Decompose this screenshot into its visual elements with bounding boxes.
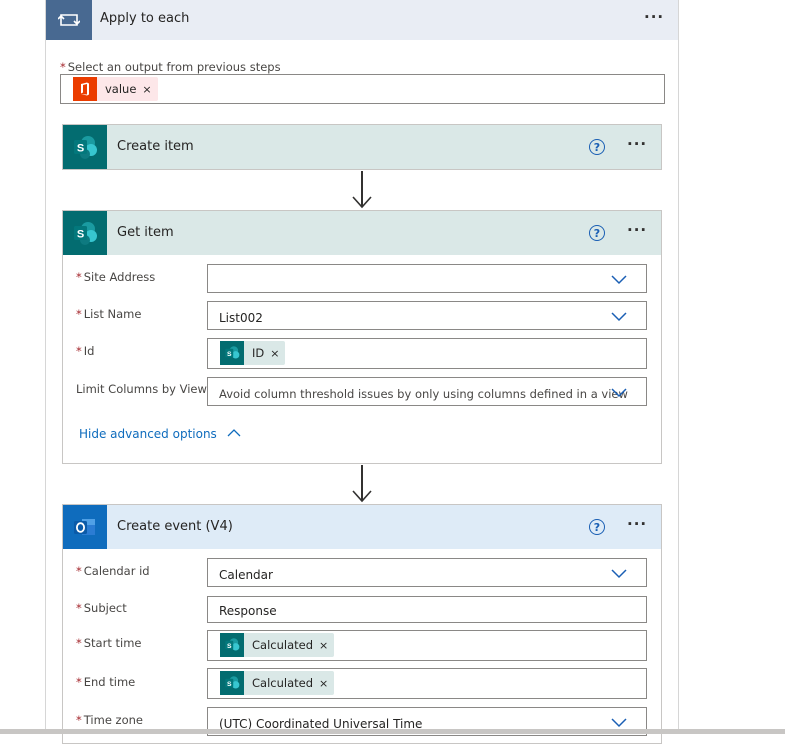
required-marker: *	[76, 564, 82, 578]
required-marker: *	[76, 270, 82, 284]
site-address-label-text: Site Address	[83, 270, 156, 284]
value-token-label: value	[105, 82, 137, 96]
required-marker: *	[76, 636, 82, 650]
select-output-input[interactable]: value ×	[60, 74, 665, 104]
connector-arrow-icon	[352, 490, 372, 503]
list-name-dropdown[interactable]: List002	[207, 301, 647, 330]
svg-text:S: S	[227, 351, 232, 358]
loop-icon	[46, 0, 92, 40]
sharepoint-icon: S	[220, 341, 244, 365]
remove-token-button[interactable]: ×	[270, 347, 285, 360]
calendar-id-label-text: Calendar id	[83, 564, 150, 578]
start-time-label-text: Start time	[83, 636, 142, 650]
calendar-id-dropdown[interactable]: Calendar	[207, 558, 647, 587]
subject-label: * Subject	[76, 601, 127, 615]
value-token[interactable]: value ×	[73, 77, 158, 101]
outlook-icon	[63, 505, 107, 549]
limit-columns-dropdown[interactable]: Avoid column threshold issues by only us…	[207, 377, 647, 406]
chevron-down-icon	[611, 718, 627, 728]
required-marker: *	[76, 713, 82, 727]
start-time-token[interactable]: S Calculated ×	[220, 633, 335, 657]
svg-text:S: S	[227, 643, 232, 650]
end-time-token-label: Calculated	[252, 676, 314, 690]
list-name-value: List002	[219, 311, 263, 325]
end-time-token[interactable]: S Calculated ×	[220, 671, 335, 695]
list-name-label-text: List Name	[83, 307, 142, 321]
loop-title: Apply to each	[100, 11, 190, 26]
office-icon	[73, 77, 97, 101]
time-zone-label: * Time zone	[76, 713, 143, 727]
sharepoint-icon: S	[63, 211, 107, 255]
id-token[interactable]: S ID ×	[220, 341, 286, 365]
limit-columns-label: Limit Columns by View	[76, 382, 207, 396]
svg-text:S: S	[227, 681, 232, 688]
create-item-header[interactable]: S Create item ? ···	[63, 125, 661, 169]
calendar-id-value: Calendar	[219, 568, 273, 582]
required-marker: *	[76, 675, 82, 689]
time-zone-label-text: Time zone	[83, 713, 143, 727]
create-item-title: Create item	[117, 139, 194, 154]
flow-canvas: Apply to each ··· * Select an output from…	[0, 0, 785, 744]
select-output-label-text: Select an output from previous steps	[67, 60, 281, 74]
subject-input[interactable]: Response	[207, 596, 647, 623]
chevron-down-icon	[611, 569, 627, 579]
create-item-card[interactable]: S Create item ? ···	[62, 124, 662, 170]
required-marker: *	[76, 344, 82, 358]
end-time-label-text: End time	[83, 675, 136, 689]
create-event-header[interactable]: Create event (V4) ? ···	[63, 505, 661, 549]
remove-token-button[interactable]: ×	[142, 83, 157, 96]
chevron-down-icon	[611, 275, 627, 285]
site-address-dropdown[interactable]	[207, 264, 647, 293]
help-icon[interactable]: ?	[589, 139, 605, 155]
chevron-down-icon	[611, 388, 627, 398]
id-input[interactable]: S ID ×	[207, 338, 647, 369]
calendar-id-label: * Calendar id	[76, 564, 150, 578]
site-address-label: * Site Address	[76, 270, 155, 284]
required-marker: *	[60, 60, 66, 74]
subject-label-text: Subject	[83, 601, 127, 615]
remove-token-button[interactable]: ×	[319, 639, 334, 652]
remove-token-button[interactable]: ×	[319, 677, 334, 690]
hide-advanced-options-label: Hide advanced options	[79, 427, 217, 441]
create-event-card: Create event (V4) ? ··· * Calendar id Cal…	[62, 504, 662, 744]
loop-more-options-button[interactable]: ···	[644, 8, 664, 26]
required-marker: *	[76, 307, 82, 321]
get-item-more-options-button[interactable]: ···	[627, 221, 647, 239]
id-token-label: ID	[252, 346, 265, 360]
id-label-text: Id	[83, 344, 95, 358]
sharepoint-icon: S	[63, 125, 107, 169]
chevron-down-icon	[611, 312, 627, 322]
create-event-title: Create event (V4)	[117, 519, 233, 534]
end-time-label: * End time	[76, 675, 135, 689]
required-marker: *	[76, 601, 82, 615]
start-time-input[interactable]: S Calculated ×	[207, 630, 647, 661]
get-item-header[interactable]: S Get item ? ···	[63, 211, 661, 255]
horizontal-scrollbar[interactable]	[0, 729, 785, 734]
get-item-title: Get item	[117, 225, 174, 240]
list-name-label: * List Name	[76, 307, 141, 321]
svg-text:S: S	[77, 143, 84, 155]
select-output-label: * Select an output from previous steps	[60, 60, 281, 74]
help-icon[interactable]: ?	[589, 225, 605, 241]
connector-arrow-icon	[352, 196, 372, 209]
subject-value: Response	[219, 604, 277, 618]
apply-to-each-header[interactable]: Apply to each ···	[46, 0, 678, 40]
hide-advanced-options-link[interactable]: Hide advanced options	[79, 427, 241, 441]
id-label: * Id	[76, 344, 94, 358]
create-item-more-options-button[interactable]: ···	[627, 135, 647, 153]
start-time-token-label: Calculated	[252, 638, 314, 652]
start-time-label: * Start time	[76, 636, 141, 650]
chevron-up-icon	[227, 429, 241, 437]
end-time-input[interactable]: S Calculated ×	[207, 668, 647, 699]
get-item-card: S Get item ? ··· * Site Address * List Nam…	[62, 210, 662, 464]
help-icon[interactable]: ?	[589, 519, 605, 535]
svg-text:S: S	[77, 229, 84, 241]
create-event-more-options-button[interactable]: ···	[627, 515, 647, 533]
sharepoint-icon: S	[220, 633, 244, 657]
limit-columns-value: Avoid column threshold issues by only us…	[219, 387, 628, 401]
sharepoint-icon: S	[220, 671, 244, 695]
